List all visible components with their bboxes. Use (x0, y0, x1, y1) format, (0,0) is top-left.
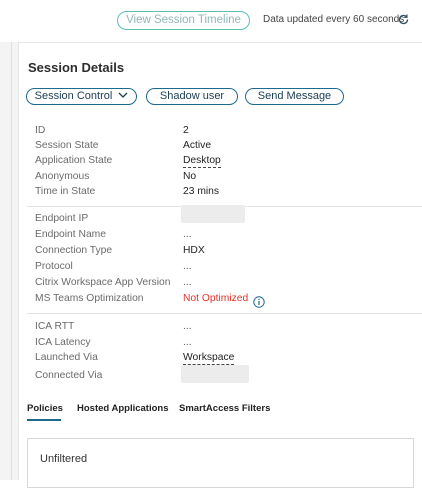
detail-value: ... (183, 277, 192, 288)
detail-label: Anonymous (35, 171, 90, 182)
top-bar: View Session Timeline Data updated every… (0, 0, 422, 42)
detail-label: Endpoint Name (35, 229, 106, 240)
detail-value: 2 (183, 125, 189, 136)
tab-policies[interactable]: Policies (27, 403, 63, 414)
panel-title: Session Details (28, 60, 125, 75)
detail-label: Connection Type (35, 245, 113, 256)
active-tab-indicator (27, 419, 61, 421)
section-divider (27, 313, 422, 314)
session-details-panel: Session Details Session Control Shadow u… (18, 42, 422, 488)
detail-value: ... (183, 321, 192, 332)
detail-value: Not Optimized (183, 293, 249, 304)
detail-label: ICA Latency (35, 337, 91, 348)
redacted-connected-via (181, 365, 249, 383)
view-session-timeline-button[interactable]: View Session Timeline (117, 11, 250, 30)
detail-value: HDX (183, 245, 205, 256)
filter-status-text: Unfiltered (40, 453, 88, 465)
left-panel-edge (0, 42, 12, 480)
detail-label: ICA RTT (35, 321, 75, 332)
detail-value: ... (183, 261, 192, 272)
session-control-button[interactable]: Session Control (26, 88, 137, 105)
detail-label: ID (35, 125, 46, 136)
detail-label: Session State (35, 140, 99, 151)
detail-label: Time in State (35, 186, 96, 197)
detail-value[interactable]: Desktop (183, 155, 221, 168)
tab-smartaccess-filters[interactable]: SmartAccess Filters (179, 403, 270, 414)
detail-value: ... (183, 229, 192, 240)
detail-value: Active (183, 140, 212, 151)
detail-label: Launched Via (35, 352, 98, 363)
detail-value: 23 mins (183, 186, 220, 197)
detail-label: Protocol (35, 261, 73, 272)
tab-hosted-applications[interactable]: Hosted Applications (77, 403, 169, 414)
data-updated-text: Data updated every 60 seconds (263, 14, 405, 25)
detail-label: MS Teams Optimization (35, 293, 144, 304)
detail-label: Application State (35, 155, 113, 166)
shadow-user-button[interactable]: Shadow user (146, 88, 238, 105)
info-icon[interactable] (253, 296, 265, 308)
policies-content-box: Unfiltered (27, 438, 414, 488)
refresh-icon[interactable] (397, 13, 410, 26)
chevron-down-icon (118, 92, 128, 98)
detail-label: Citrix Workspace App Version (35, 277, 171, 288)
detail-label: Connected Via (35, 370, 103, 381)
detail-value: No (183, 171, 197, 182)
redacted-endpoint-ip (181, 205, 245, 223)
session-control-label: Session Control (34, 90, 113, 102)
detail-value: ... (183, 337, 192, 348)
send-message-button[interactable]: Send Message (245, 88, 344, 105)
detail-label: Endpoint IP (35, 213, 89, 224)
detail-value[interactable]: Workspace (183, 352, 235, 365)
